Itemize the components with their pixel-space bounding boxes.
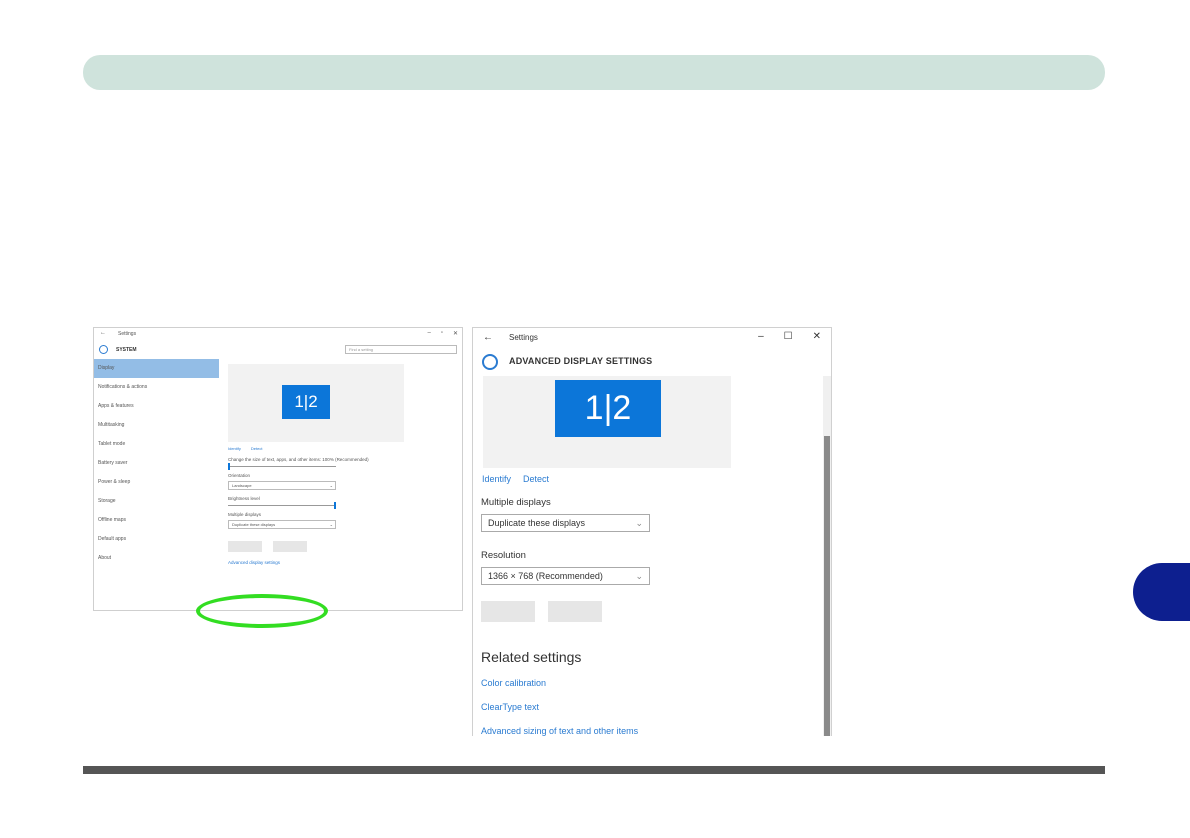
maximize-icon[interactable]: ☐ xyxy=(784,331,793,342)
cancel-button[interactable] xyxy=(548,601,602,622)
detect-link[interactable]: Detect xyxy=(251,446,263,451)
window-title: Settings xyxy=(509,333,538,342)
sidebar-item-battery[interactable]: Battery saver xyxy=(94,454,219,473)
window-title: Settings xyxy=(118,331,137,337)
resolution-value: 1366 × 768 (Recommended) xyxy=(488,571,603,581)
identify-link[interactable]: Identify xyxy=(482,474,511,484)
sidebar-item-apps[interactable]: Apps & features xyxy=(94,397,219,416)
sidebar-item-notifications[interactable]: Notifications & actions xyxy=(94,378,219,397)
multiple-displays-label: Multiple displays xyxy=(481,497,551,508)
sidebar: Display Notifications & actions Apps & f… xyxy=(94,359,219,610)
brightness-slider[interactable] xyxy=(228,502,336,509)
gear-icon xyxy=(482,354,498,370)
sidebar-item-offline-maps[interactable]: Offline maps xyxy=(94,511,219,530)
sidebar-item-power[interactable]: Power & sleep xyxy=(94,473,219,492)
gear-icon xyxy=(99,345,108,354)
back-arrow-icon[interactable]: ← xyxy=(483,332,493,343)
monitor-tile[interactable]: 1|2 xyxy=(282,385,330,419)
brightness-label: Brightness level xyxy=(228,496,260,501)
close-icon[interactable]: ✕ xyxy=(813,331,821,342)
sidebar-item-multitasking[interactable]: Multitasking xyxy=(94,416,219,435)
close-icon[interactable]: ✕ xyxy=(453,330,458,337)
chapter-tab xyxy=(1133,563,1190,621)
related-settings-heading: Related settings xyxy=(481,649,582,665)
brightness-slider-thumb[interactable] xyxy=(334,502,336,509)
sidebar-item-default-apps[interactable]: Default apps xyxy=(94,530,219,549)
sidebar-item-display[interactable]: Display xyxy=(94,359,219,378)
monitor-tile[interactable]: 1|2 xyxy=(555,380,661,437)
cleartype-text-link[interactable]: ClearType text xyxy=(481,702,539,712)
resolution-label: Resolution xyxy=(481,550,526,561)
back-arrow-icon[interactable]: ← xyxy=(100,330,106,336)
color-calibration-link[interactable]: Color calibration xyxy=(481,678,546,688)
multiple-displays-select[interactable]: Duplicate these displays ⌄ xyxy=(481,514,650,532)
page-header: ADVANCED DISPLAY SETTINGS xyxy=(473,350,831,376)
display-preview: 1|2 xyxy=(483,376,731,468)
display-content: 1|2 Identify Detect Change the size of t… xyxy=(228,364,460,565)
scale-slider[interactable] xyxy=(228,463,336,470)
highlight-oval xyxy=(196,594,328,628)
multiple-displays-value: Duplicate these displays xyxy=(232,522,276,527)
settings-window-large: ← Settings – ☐ ✕ ADVANCED DISPLAY SETTIN… xyxy=(472,327,832,736)
chevron-down-icon: ⌄ xyxy=(635,518,643,528)
title-bar: ← Settings – ☐ ✕ xyxy=(473,328,831,348)
orientation-label: Orientation xyxy=(228,473,251,478)
apply-button[interactable] xyxy=(481,601,535,622)
sidebar-item-about[interactable]: About xyxy=(94,549,219,568)
settings-window-small: ← Settings – ▫ ✕ SYSTEM Find a setting D… xyxy=(93,327,463,611)
detect-link[interactable]: Detect xyxy=(523,474,549,484)
minimize-icon[interactable]: – xyxy=(427,330,430,337)
header-bar xyxy=(83,55,1105,90)
chevron-down-icon: ⌄ xyxy=(329,522,333,527)
advanced-display-settings-link[interactable]: Advanced display settings xyxy=(228,560,460,565)
orientation-select[interactable]: Landscape ⌄ xyxy=(228,481,336,490)
scale-label: Change the size of text, apps, and other… xyxy=(228,457,369,462)
sidebar-item-tablet-mode[interactable]: Tablet mode xyxy=(94,435,219,454)
minimize-icon[interactable]: – xyxy=(758,331,764,342)
orientation-value: Landscape xyxy=(232,483,252,488)
system-title: SYSTEM xyxy=(116,347,137,353)
scrollbar-thumb[interactable] xyxy=(824,436,830,736)
page-title: ADVANCED DISPLAY SETTINGS xyxy=(509,356,653,366)
maximize-icon[interactable]: ▫ xyxy=(441,330,443,337)
multiple-displays-value: Duplicate these displays xyxy=(488,518,586,528)
system-header: SYSTEM Find a setting xyxy=(94,342,462,358)
resolution-select[interactable]: 1366 × 768 (Recommended) ⌄ xyxy=(481,567,650,585)
title-bar: ← Settings – ▫ ✕ xyxy=(94,328,462,340)
multiple-displays-label: Multiple displays xyxy=(228,512,262,517)
search-input[interactable]: Find a setting xyxy=(345,345,457,354)
chevron-down-icon: ⌄ xyxy=(329,483,333,488)
identify-link[interactable]: Identify xyxy=(228,446,241,451)
display-preview: 1|2 xyxy=(228,364,404,442)
advanced-sizing-link[interactable]: Advanced sizing of text and other items xyxy=(481,726,638,736)
chevron-down-icon: ⌄ xyxy=(635,571,643,581)
apply-button[interactable] xyxy=(228,541,262,552)
sidebar-item-storage[interactable]: Storage xyxy=(94,492,219,511)
cancel-button[interactable] xyxy=(273,541,307,552)
multiple-displays-select[interactable]: Duplicate these displays ⌄ xyxy=(228,520,336,529)
scale-slider-thumb[interactable] xyxy=(228,463,230,470)
footer-line xyxy=(83,766,1105,774)
